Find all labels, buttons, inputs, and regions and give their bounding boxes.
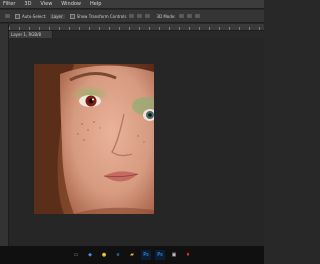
align-center-icon[interactable] xyxy=(137,14,143,18)
show-transform-checkbox[interactable] xyxy=(69,13,75,19)
vertical-ruler[interactable] xyxy=(0,24,9,246)
task-view-icon[interactable]: ▭ xyxy=(71,250,81,260)
layer-select[interactable]: Layer xyxy=(49,13,65,19)
show-transform-label: Show Transform Controls xyxy=(76,13,127,19)
file-explorer-icon[interactable]: ▰ xyxy=(127,250,137,260)
photoshop-icon[interactable]: Ps xyxy=(141,250,151,260)
app-red-icon[interactable]: ♦ xyxy=(183,250,193,260)
portrait-photo[interactable] xyxy=(34,64,154,214)
document-tab[interactable]: Layer 1, RGB/8 xyxy=(9,31,53,38)
menu-bar: Filter 3D View Window Help xyxy=(0,0,264,9)
move-tool-icon[interactable] xyxy=(5,14,10,18)
align-right-icon[interactable] xyxy=(145,14,151,18)
taskbar: ▭ ◆ ● e ▰ Ps Ps ▣ ♦ xyxy=(0,246,264,264)
3d-rotate-icon[interactable] xyxy=(178,14,184,18)
menu-window[interactable]: Window xyxy=(61,0,81,9)
menu-filter[interactable]: Filter xyxy=(3,0,15,9)
menu-view[interactable]: View xyxy=(40,0,52,9)
gallery-icon[interactable]: ▣ xyxy=(169,250,179,260)
3d-mode-label: 3D Mode: xyxy=(156,13,176,19)
menu-help[interactable]: Help xyxy=(90,0,101,9)
edge-icon[interactable]: e xyxy=(113,250,123,260)
3d-zoom-icon[interactable] xyxy=(194,14,200,18)
photoshop-icon-2[interactable]: Ps xyxy=(155,250,165,260)
3d-pan-icon[interactable] xyxy=(186,14,192,18)
align-left-icon[interactable] xyxy=(129,14,135,18)
chrome-icon[interactable]: ● xyxy=(99,250,109,260)
auto-select-checkbox[interactable] xyxy=(15,13,20,19)
options-bar: Auto-Select: Layer Show Transform Contro… xyxy=(0,10,264,23)
auto-select-label: Auto-Select: xyxy=(22,13,47,19)
menu-3d[interactable]: 3D xyxy=(24,0,31,9)
horizontal-ruler[interactable] xyxy=(9,24,264,31)
visual-studio-icon[interactable]: ◆ xyxy=(85,250,95,260)
